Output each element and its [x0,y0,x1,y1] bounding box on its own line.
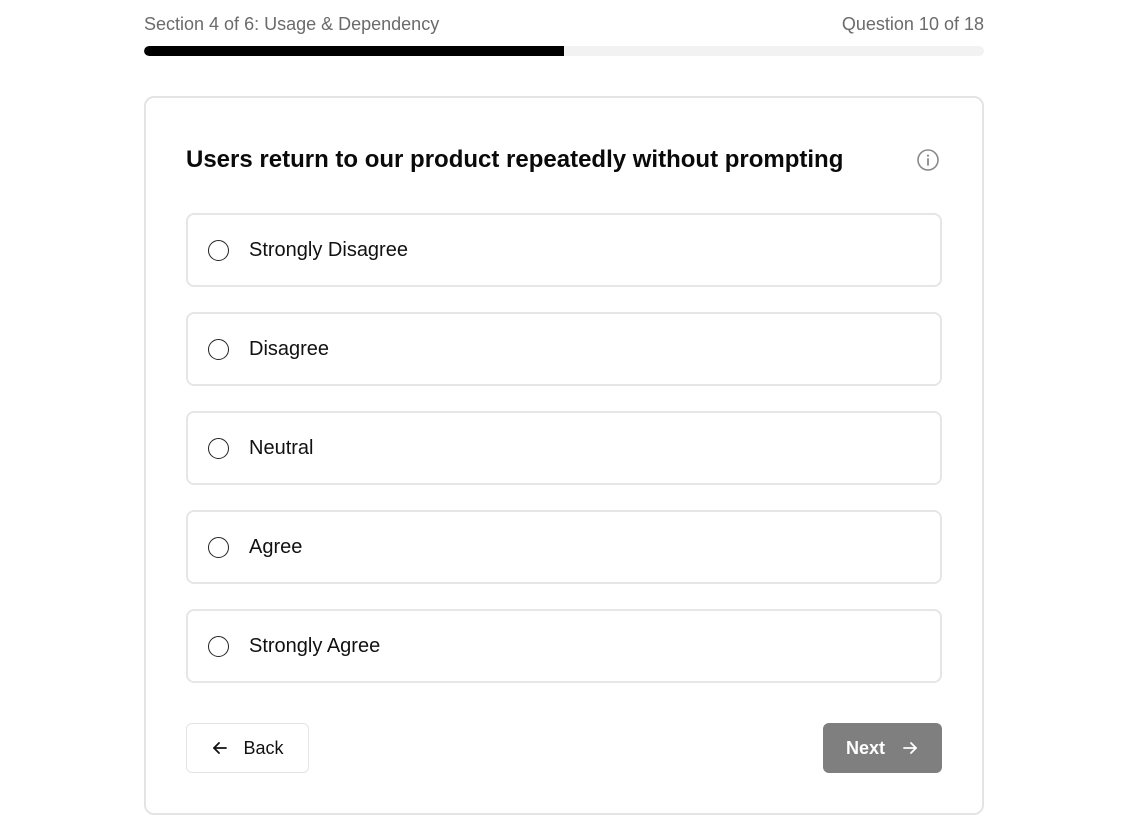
option-label: Neutral [249,436,314,459]
question-header: Users return to our product repeatedly w… [186,142,939,178]
radio-button[interactable] [208,536,229,558]
section-label: Section 4 of 6: Usage & Dependency [144,13,440,34]
progress-labels: Section 4 of 6: Usage & Dependency Quest… [144,12,984,36]
back-button-label: Back [243,737,284,758]
question-card: Users return to our product repeatedly w… [144,96,984,815]
option-neutral[interactable]: Neutral [186,411,942,485]
progress-bar-fill [144,46,564,56]
next-button[interactable]: Next [823,723,942,773]
back-button[interactable]: Back [186,723,309,773]
question-title: Users return to our product repeatedly w… [186,146,844,173]
radio-button[interactable] [208,437,229,459]
radio-button[interactable] [208,338,229,360]
navigation-row: Back Next [186,723,942,773]
arrow-right-icon [901,739,919,757]
progress-bar [144,46,984,56]
option-disagree[interactable]: Disagree [186,312,942,386]
next-button-label: Next [845,737,885,758]
option-strongly-agree[interactable]: Strongly Agree [186,609,942,683]
option-label: Agree [249,535,303,558]
radio-button[interactable] [208,635,229,657]
option-agree[interactable]: Agree [186,510,942,584]
answer-options: Strongly Disagree Disagree Neutral Agree… [186,213,942,708]
option-label: Strongly Disagree [249,238,408,261]
option-label: Disagree [249,337,330,360]
progress-header: Section 4 of 6: Usage & Dependency Quest… [144,12,984,56]
radio-button[interactable] [208,239,229,261]
option-label: Strongly Agree [249,634,381,657]
arrow-left-icon [211,739,229,757]
option-strongly-disagree[interactable]: Strongly Disagree [186,213,942,287]
info-icon[interactable] [916,148,940,172]
question-counter: Question 10 of 18 [841,13,984,34]
